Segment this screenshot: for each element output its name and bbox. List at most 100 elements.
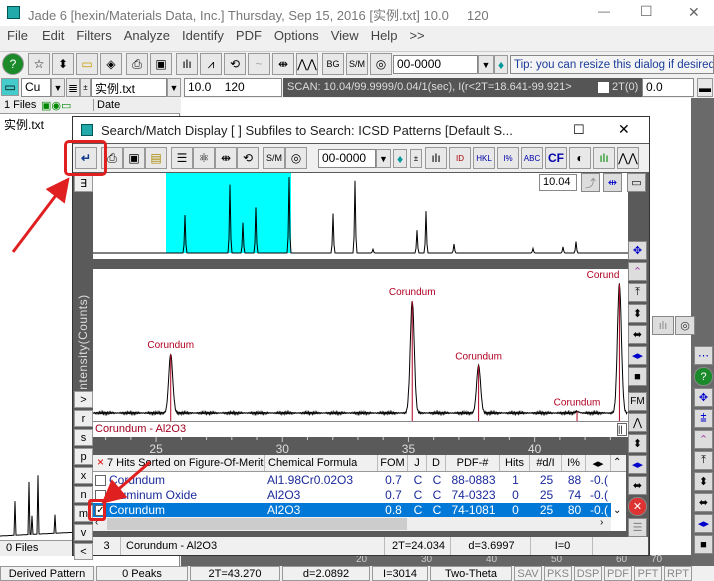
- zoom-value[interactable]: 10.04: [539, 174, 577, 191]
- expand-icon[interactable]: ⇼: [215, 147, 237, 169]
- column-header[interactable]: 7 Hits Sorted on Figure-Of-Merit: [93, 455, 265, 471]
- rotate-icon[interactable]: ⟲: [237, 147, 259, 169]
- menu-pdf[interactable]: PDF: [236, 28, 262, 48]
- spinner[interactable]: ±: [80, 78, 91, 97]
- tab-pks[interactable]: PKS: [544, 566, 572, 581]
- filter-icon[interactable]: ⩘: [200, 53, 222, 75]
- column-header[interactable]: Hits: [500, 455, 530, 471]
- offset-checkbox[interactable]: [598, 82, 609, 93]
- peaks-icon[interactable]: ⋀⋀: [617, 147, 639, 169]
- horizontal-expand-icon[interactable]: ⬌: [628, 325, 647, 344]
- tab-rpt[interactable]: RPT: [664, 566, 692, 581]
- range-input[interactable]: 10.0 120: [184, 78, 282, 97]
- vertical-expand-icon[interactable]: ⬍: [628, 304, 647, 323]
- dialog-close-button[interactable]: ✕: [618, 121, 630, 138]
- table-scroll-down[interactable]: ⌄: [613, 505, 621, 516]
- peak-icon[interactable]: ⋀: [628, 413, 647, 432]
- side-button[interactable]: x: [74, 467, 93, 484]
- status-axis[interactable]: Two-Theta: [430, 566, 512, 581]
- horizontal-expand-icon[interactable]: ⬌: [628, 476, 647, 495]
- notes-icon[interactable]: ▤: [145, 147, 167, 169]
- menu-more[interactable]: >>: [409, 28, 424, 48]
- vertical-expand-icon[interactable]: ⬍: [694, 472, 713, 491]
- delete-icon[interactable]: ✕: [628, 497, 647, 516]
- abc-icon[interactable]: ABC: [521, 147, 543, 169]
- table-scroll-up[interactable]: ⌃: [613, 457, 621, 468]
- file-dropdown[interactable]: ▼: [167, 78, 181, 97]
- folder-icon[interactable]: ▭: [1, 78, 19, 96]
- save-icon[interactable]: ▣: [150, 53, 172, 75]
- phase-scroll-handle[interactable]: ||: [617, 423, 627, 436]
- dialog-pdf-combo[interactable]: 00-0000: [318, 149, 376, 168]
- chevron-up-icon[interactable]: ⌃: [694, 430, 713, 449]
- contrast-icon[interactable]: ◐: [569, 147, 591, 169]
- rotate-icon[interactable]: ⟲: [224, 53, 246, 75]
- offset-input[interactable]: 0.0: [642, 78, 694, 97]
- side-button[interactable]: s: [74, 429, 93, 446]
- tab-dsp[interactable]: DSP: [574, 566, 602, 581]
- table-row[interactable]: ✓ Corundum Al2O3 0.8 C C 74-1081 0 25 80 -0.(: [93, 503, 611, 518]
- close-button[interactable]: ✕: [688, 4, 700, 21]
- column-header[interactable]: #d/I: [530, 455, 562, 471]
- panel-toggle-icon[interactable]: ▬: [697, 78, 713, 97]
- help-side-icon[interactable]: ?: [694, 367, 713, 386]
- table-row[interactable]: Corundum Al1.98Cr0.02O3 0.7 C C 88-0883 1 25 88-…: [93, 473, 611, 488]
- minimize-button[interactable]: —: [598, 4, 610, 18]
- column-header[interactable]: ◂▸: [586, 455, 611, 471]
- tab-pdf[interactable]: PDF: [604, 566, 632, 581]
- chart-view-icon[interactable]: ılı: [652, 316, 674, 335]
- stick-pattern-icon[interactable]: ılı: [425, 147, 447, 169]
- crystal-icon[interactable]: ♦: [393, 149, 407, 168]
- chevron-down-icon[interactable]: ▼: [478, 55, 494, 74]
- column-header[interactable]: J: [408, 455, 427, 471]
- star-icon[interactable]: ☆: [28, 53, 50, 75]
- dots-icon[interactable]: ⋯: [694, 346, 713, 365]
- menu-analyze[interactable]: Analyze: [124, 28, 170, 48]
- cf-icon[interactable]: CF: [545, 147, 567, 169]
- menu-help[interactable]: Help: [371, 28, 398, 48]
- move-icon[interactable]: ✥: [694, 388, 713, 407]
- maximize-button[interactable]: ☐: [640, 3, 653, 20]
- tab-sav[interactable]: SAV: [514, 566, 542, 581]
- close-hits-icon[interactable]: ×: [97, 455, 104, 469]
- peaks-icon[interactable]: ⋀⋀: [296, 53, 318, 75]
- column-header[interactable]: FOM: [378, 455, 408, 471]
- hkl-icon[interactable]: HKL: [473, 147, 495, 169]
- chevron-down-icon[interactable]: ▼: [376, 149, 391, 168]
- save-icon[interactable]: ▣: [123, 147, 145, 169]
- horizontal-expand-icon[interactable]: ⬌: [694, 493, 713, 512]
- menu-file[interactable]: File: [7, 28, 28, 48]
- dialog-maximize-button[interactable]: ☐: [573, 122, 585, 138]
- row-checkbox[interactable]: [95, 475, 106, 486]
- scrollbar-thumb[interactable]: [107, 518, 407, 530]
- crystal-icon[interactable]: ♦: [494, 55, 508, 74]
- fit-icon[interactable]: ⇹: [603, 173, 622, 192]
- side-button[interactable]: v: [74, 524, 93, 541]
- side-button[interactable]: <: [74, 543, 93, 560]
- pdf-combo[interactable]: 00-0000: [393, 55, 478, 74]
- side-button[interactable]: p: [74, 448, 93, 465]
- search-match-icon[interactable]: S/M: [346, 53, 368, 75]
- horizontal-shrink-icon[interactable]: ◂▸: [694, 514, 713, 533]
- noise-icon[interactable]: ~: [248, 53, 270, 75]
- intensity-percent-icon[interactable]: I%: [497, 147, 519, 169]
- view-icons[interactable]: ▣◉▭: [41, 99, 71, 112]
- chevron-up-icon[interactable]: ⌃: [628, 262, 647, 281]
- notes-icon[interactable]: ≣: [66, 78, 80, 97]
- table-row[interactable]: Aluminum Oxide Al2O3 0.7 C C 74-0323 0 25 74 -0.(: [93, 488, 611, 503]
- file-select[interactable]: 实例.txt: [91, 78, 167, 97]
- date-column[interactable]: Date: [93, 99, 153, 111]
- menu-identify[interactable]: Identify: [182, 28, 224, 48]
- menu-edit[interactable]: Edit: [42, 28, 64, 48]
- move-icon[interactable]: ✥: [628, 241, 647, 260]
- top-arrow-icon[interactable]: ⤒: [628, 283, 647, 302]
- id-icon[interactable]: ID: [449, 147, 471, 169]
- search-match-icon[interactable]: S/M: [263, 147, 285, 169]
- up-down-icon[interactable]: ⬍: [52, 53, 74, 75]
- stop-icon[interactable]: ■: [628, 367, 647, 386]
- menu-options[interactable]: Options: [274, 28, 319, 48]
- expand-icon[interactable]: ⇼: [272, 53, 294, 75]
- column-header[interactable]: I%: [562, 455, 586, 471]
- list-icon[interactable]: ☰: [171, 147, 193, 169]
- zoom-in-icon[interactable]: ⤴: [581, 173, 600, 192]
